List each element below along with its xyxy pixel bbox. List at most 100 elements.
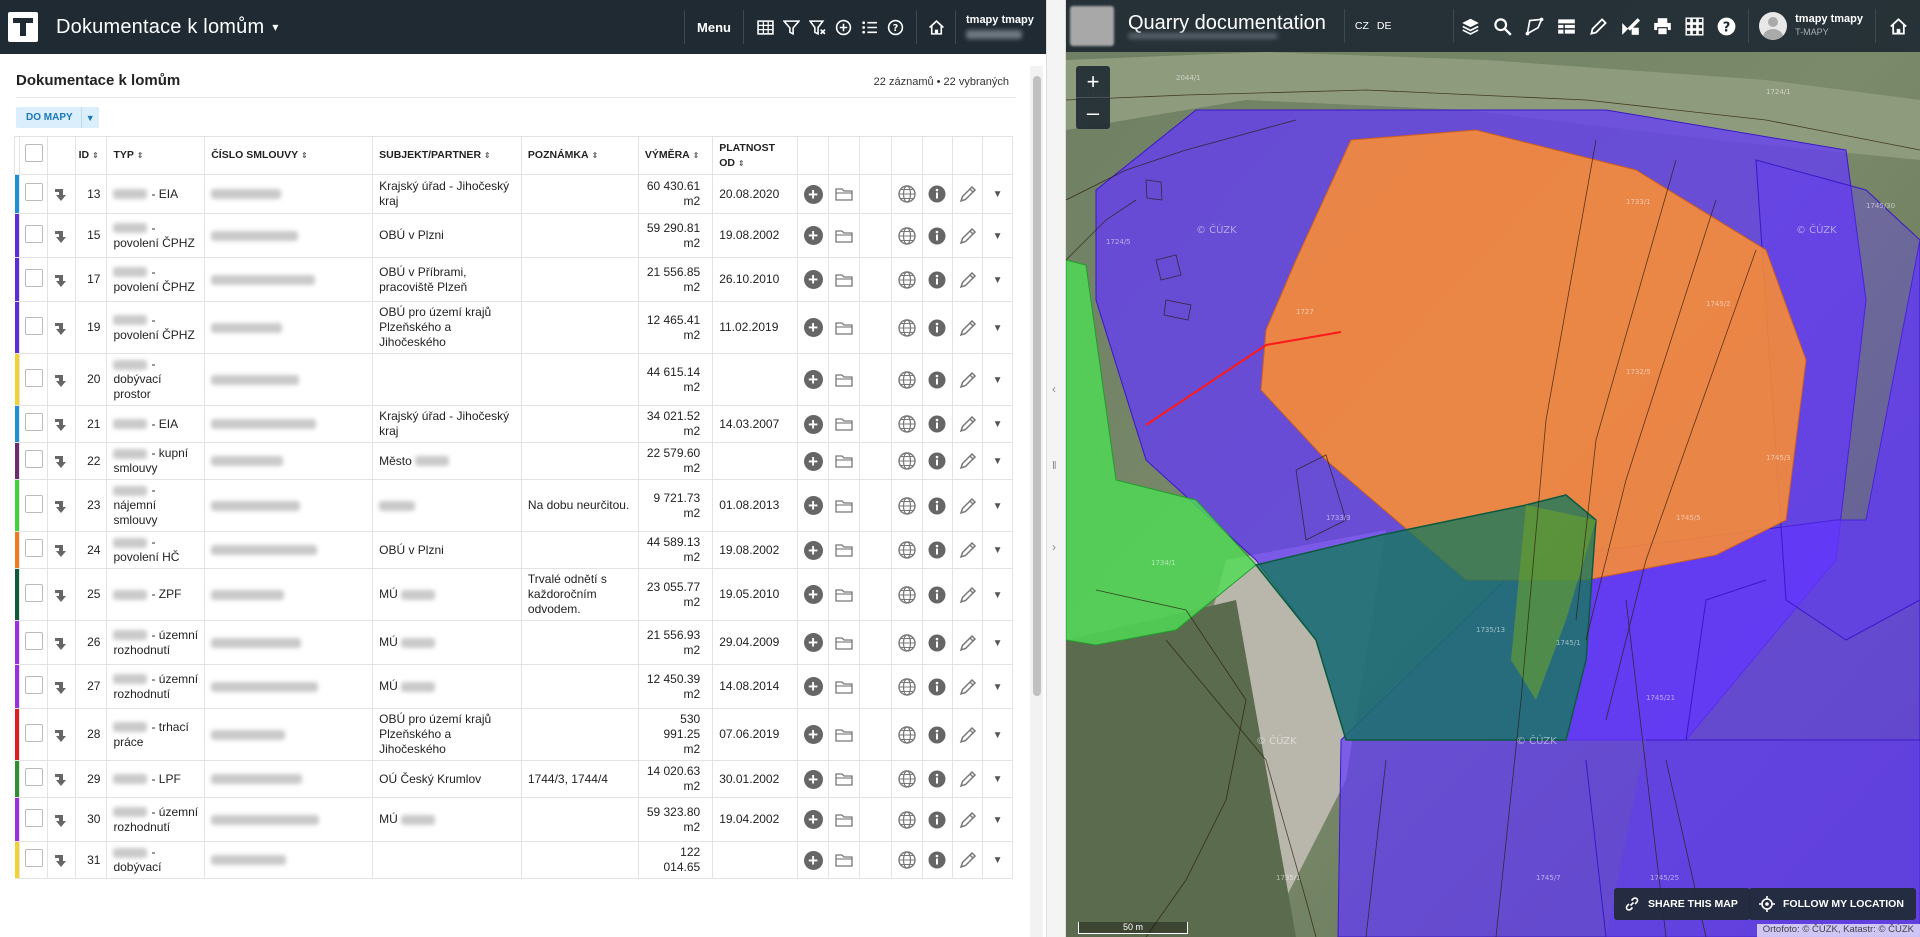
table-icon[interactable] bbox=[752, 14, 778, 40]
row-checkbox[interactable] bbox=[19, 174, 48, 214]
row-goto-icon[interactable] bbox=[46, 760, 76, 798]
col-header-platnost[interactable]: PLATNOST OD ⇕ bbox=[712, 136, 799, 175]
row-menu-button[interactable]: ▼ bbox=[982, 708, 1013, 761]
row-globe-button[interactable] bbox=[890, 442, 923, 480]
row-folder-button[interactable] bbox=[828, 174, 860, 214]
map-pane[interactable]: 2044/11724/61724/1 1724/51733/11745/2 17… bbox=[1066, 0, 1920, 937]
row-folder-button[interactable] bbox=[828, 479, 860, 532]
row-goto-icon[interactable] bbox=[46, 531, 76, 569]
row-globe-button[interactable] bbox=[890, 405, 923, 443]
row-add-button[interactable]: + bbox=[797, 797, 830, 842]
row-goto-icon[interactable] bbox=[46, 664, 76, 709]
map-user-menu[interactable]: tmapy tmapy T-MAPY bbox=[1795, 13, 1863, 39]
to-map-button[interactable]: DO MAPY ▼ bbox=[16, 107, 99, 128]
col-header-cislo[interactable]: ČÍSLO SMLOUVY ⇕ bbox=[204, 136, 374, 175]
app-title[interactable]: Dokumentace k lomům bbox=[56, 16, 264, 39]
col-header-typ[interactable]: TYP ⇕ bbox=[106, 136, 206, 175]
row-info-button[interactable] bbox=[921, 841, 954, 879]
row-goto-icon[interactable] bbox=[46, 405, 76, 443]
row-edit-button[interactable] bbox=[952, 257, 984, 302]
row-checkbox[interactable] bbox=[19, 301, 48, 354]
row-info-button[interactable] bbox=[921, 479, 954, 532]
scrollbar[interactable] bbox=[1030, 66, 1043, 937]
avatar[interactable] bbox=[1759, 12, 1788, 40]
add-circle-icon[interactable] bbox=[830, 14, 856, 40]
row-folder-button[interactable] bbox=[828, 760, 860, 798]
row-info-button[interactable] bbox=[921, 531, 954, 569]
measure-area-icon[interactable] bbox=[1518, 10, 1550, 42]
row-goto-icon[interactable] bbox=[46, 479, 76, 532]
row-checkbox[interactable] bbox=[19, 213, 48, 258]
table-row[interactable]: 20- dobývací prostor 44 615.14 m2 + ▼ bbox=[14, 353, 1013, 406]
row-info-button[interactable] bbox=[921, 760, 954, 798]
row-folder-button[interactable] bbox=[828, 568, 860, 621]
row-info-button[interactable] bbox=[921, 257, 954, 302]
zoom-in-button[interactable]: + bbox=[1076, 66, 1110, 97]
row-menu-button[interactable]: ▼ bbox=[982, 442, 1013, 480]
row-goto-icon[interactable] bbox=[46, 442, 76, 480]
help-icon[interactable]: ? bbox=[882, 14, 908, 40]
home-icon[interactable] bbox=[1882, 10, 1914, 42]
row-info-button[interactable] bbox=[921, 797, 954, 842]
row-globe-button[interactable] bbox=[890, 301, 923, 354]
row-folder-button[interactable] bbox=[828, 442, 860, 480]
row-edit-button[interactable] bbox=[952, 531, 984, 569]
row-goto-icon[interactable] bbox=[46, 353, 76, 406]
table-row[interactable]: 21 - EIA Krajský úřad - Jihočeský kraj 34 0… bbox=[14, 405, 1013, 443]
row-folder-button[interactable] bbox=[828, 841, 860, 879]
row-info-button[interactable] bbox=[921, 301, 954, 354]
row-checkbox[interactable] bbox=[19, 353, 48, 406]
splitter-handle-icon[interactable]: ‖ bbox=[1052, 460, 1057, 472]
scrollbar-thumb[interactable] bbox=[1033, 76, 1041, 696]
row-menu-button[interactable]: ▼ bbox=[982, 405, 1013, 443]
select-all-checkbox[interactable] bbox=[19, 136, 48, 175]
row-checkbox[interactable] bbox=[19, 620, 48, 665]
row-goto-icon[interactable] bbox=[46, 708, 76, 761]
app-logo[interactable] bbox=[8, 12, 38, 42]
row-checkbox[interactable] bbox=[19, 708, 48, 761]
row-globe-button[interactable] bbox=[890, 174, 923, 214]
row-globe-button[interactable] bbox=[890, 213, 923, 258]
map-thumbnail[interactable] bbox=[1070, 6, 1114, 46]
row-goto-icon[interactable] bbox=[46, 841, 76, 879]
row-add-button[interactable]: + bbox=[797, 301, 830, 354]
row-menu-button[interactable]: ▼ bbox=[982, 568, 1013, 621]
row-add-button[interactable]: + bbox=[797, 479, 830, 532]
row-edit-button[interactable] bbox=[952, 841, 984, 879]
row-globe-button[interactable] bbox=[890, 797, 923, 842]
row-checkbox[interactable] bbox=[19, 797, 48, 842]
row-menu-button[interactable]: ▼ bbox=[982, 353, 1013, 406]
row-add-button[interactable]: + bbox=[797, 213, 830, 258]
map-title[interactable]: Quarry documentation bbox=[1128, 13, 1326, 33]
row-checkbox[interactable] bbox=[19, 257, 48, 302]
sort-icon[interactable]: ⇕ bbox=[484, 151, 491, 160]
row-add-button[interactable]: + bbox=[797, 531, 830, 569]
row-edit-button[interactable] bbox=[952, 479, 984, 532]
row-menu-button[interactable]: ▼ bbox=[982, 620, 1013, 665]
table-row[interactable]: 22- kupní smlouvy Město 22 579.60 m2 + ▼ bbox=[14, 442, 1013, 480]
apps-grid-icon[interactable] bbox=[1678, 10, 1710, 42]
row-menu-button[interactable]: ▼ bbox=[982, 760, 1013, 798]
list-icon[interactable] bbox=[856, 14, 882, 40]
row-add-button[interactable]: + bbox=[797, 442, 830, 480]
row-folder-button[interactable] bbox=[828, 797, 860, 842]
row-edit-button[interactable] bbox=[952, 664, 984, 709]
row-edit-button[interactable] bbox=[952, 353, 984, 406]
row-checkbox[interactable] bbox=[19, 841, 48, 879]
row-info-button[interactable] bbox=[921, 405, 954, 443]
row-info-button[interactable] bbox=[921, 213, 954, 258]
print-icon[interactable] bbox=[1646, 10, 1678, 42]
row-add-button[interactable]: + bbox=[797, 620, 830, 665]
row-edit-button[interactable] bbox=[952, 708, 984, 761]
row-edit-button[interactable] bbox=[952, 620, 984, 665]
edit-feature-icon[interactable] bbox=[1614, 10, 1646, 42]
row-goto-icon[interactable] bbox=[46, 301, 76, 354]
row-folder-button[interactable] bbox=[828, 405, 860, 443]
table-row[interactable]: 23- nájemní smlouvy Na dobu neurčitou. 9 7… bbox=[14, 479, 1013, 532]
row-folder-button[interactable] bbox=[828, 620, 860, 665]
row-edit-button[interactable] bbox=[952, 213, 984, 258]
row-edit-button[interactable] bbox=[952, 797, 984, 842]
zoom-out-button[interactable]: – bbox=[1076, 97, 1110, 128]
row-folder-button[interactable] bbox=[828, 708, 860, 761]
sort-icon[interactable]: ⇕ bbox=[92, 151, 99, 160]
